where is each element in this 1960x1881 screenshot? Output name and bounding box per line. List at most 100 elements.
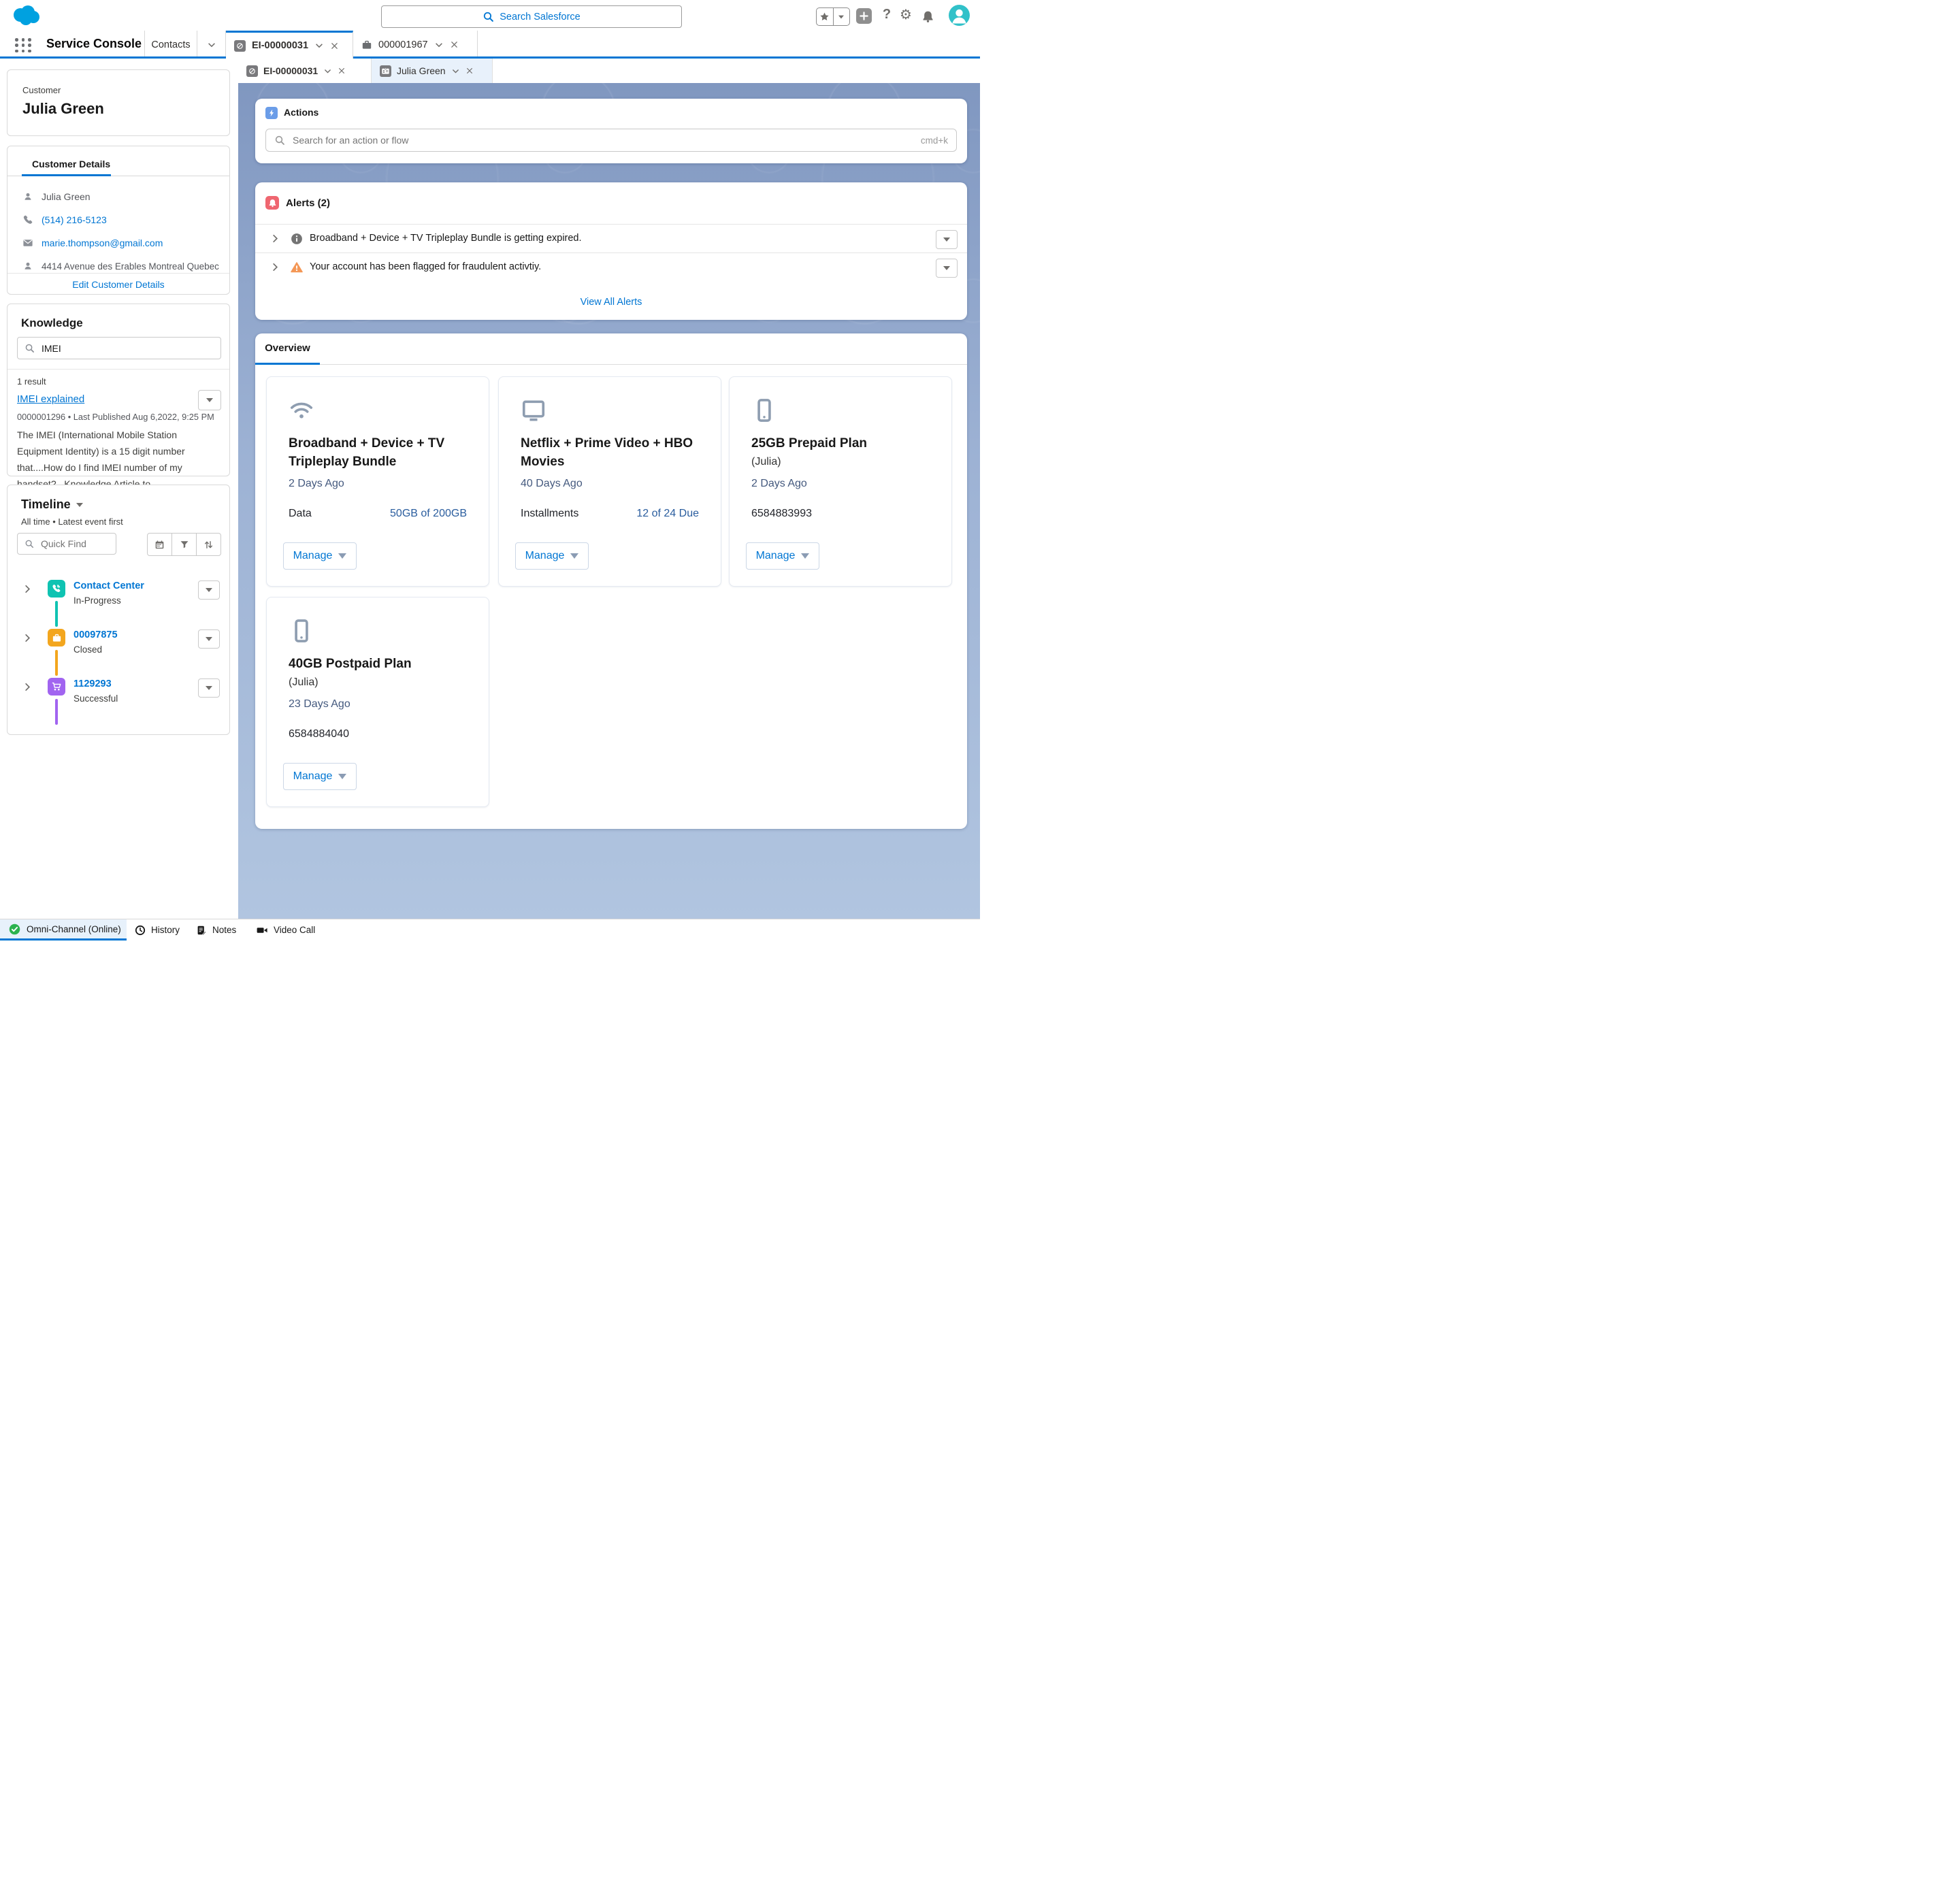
app-launcher-waffle-icon[interactable] bbox=[15, 38, 33, 53]
article-actions-dropdown[interactable] bbox=[198, 390, 221, 410]
timeline-item-dropdown[interactable] bbox=[198, 678, 220, 698]
nav-tab-record[interactable]: 000001967 bbox=[353, 31, 478, 59]
lightning-icon bbox=[265, 107, 278, 119]
chevron-down-icon bbox=[570, 553, 578, 559]
omni-channel-button[interactable]: Omni-Channel (Online) bbox=[0, 919, 127, 940]
article-link[interactable]: IMEI explained bbox=[17, 393, 84, 405]
notifications-bell-button[interactable] bbox=[920, 9, 935, 24]
customer-name: Julia Green bbox=[22, 100, 104, 118]
chevron-down-icon bbox=[206, 398, 213, 402]
asset-stat-row: Data 50GB of 200GB bbox=[289, 508, 467, 520]
expand-chevron-icon[interactable] bbox=[22, 633, 33, 643]
divider bbox=[7, 369, 229, 370]
chevron-down-icon[interactable] bbox=[323, 67, 332, 76]
chevron-down-icon[interactable] bbox=[434, 40, 444, 50]
customer-details-card: Customer Details Julia Green (514) 216-5… bbox=[7, 146, 230, 295]
quick-find-search[interactable] bbox=[17, 533, 116, 555]
alert-dropdown[interactable] bbox=[936, 230, 958, 249]
chevron-down-icon[interactable] bbox=[451, 67, 460, 76]
nav-tab-contacts[interactable]: Contacts bbox=[144, 31, 197, 59]
timeline-connector bbox=[55, 650, 58, 676]
manage-button[interactable]: Manage bbox=[515, 542, 589, 570]
setup-gear-button[interactable]: ⚙ bbox=[898, 7, 913, 22]
chevron-down-icon bbox=[338, 553, 346, 559]
expand-chevron-icon[interactable] bbox=[270, 262, 280, 272]
timeline-item-dropdown[interactable] bbox=[198, 580, 220, 600]
manage-button[interactable]: Manage bbox=[746, 542, 819, 570]
divider bbox=[255, 364, 967, 365]
actions-title: Actions bbox=[284, 107, 318, 118]
nav-tab-contacts-dropdown[interactable] bbox=[197, 31, 226, 59]
notes-button[interactable]: Notes bbox=[196, 919, 236, 940]
close-icon[interactable] bbox=[450, 40, 459, 49]
favorites-dropdown-button[interactable] bbox=[833, 8, 850, 25]
view-all-alerts-link[interactable]: View All Alerts bbox=[255, 297, 967, 308]
info-icon bbox=[291, 233, 303, 245]
close-icon[interactable] bbox=[330, 42, 339, 50]
chevron-down-icon[interactable] bbox=[314, 41, 324, 50]
favorites-star-button[interactable] bbox=[817, 8, 833, 25]
expand-chevron-icon[interactable] bbox=[22, 584, 33, 594]
chevron-down-icon bbox=[801, 553, 809, 559]
action-search-input[interactable] bbox=[291, 134, 915, 146]
subtab-row: EI-00000031 Julia Green bbox=[238, 59, 980, 83]
monitor-icon bbox=[521, 397, 546, 423]
user-avatar[interactable] bbox=[949, 5, 970, 26]
service-console-app: Search Salesforce ? ⚙ bbox=[0, 0, 980, 940]
chevron-down-icon bbox=[838, 15, 844, 18]
search-icon bbox=[483, 11, 494, 22]
video-call-button[interactable]: Video Call bbox=[256, 919, 315, 940]
knowledge-search[interactable] bbox=[17, 337, 221, 359]
subtab-contact[interactable]: Julia Green bbox=[372, 59, 493, 83]
sort-button[interactable] bbox=[196, 534, 220, 555]
timeline-card: Timeline All time • Latest event first bbox=[7, 485, 230, 735]
expand-chevron-icon[interactable] bbox=[270, 233, 280, 244]
chevron-down-icon bbox=[76, 503, 83, 507]
asset-stat-row: Installments 12 of 24 Due bbox=[521, 508, 699, 520]
help-button[interactable]: ? bbox=[879, 7, 894, 22]
incoming-call-icon bbox=[48, 580, 65, 598]
calendar-icon bbox=[154, 540, 165, 550]
asset-card-broadband: Broadband + Device + TV Tripleplay Bundl… bbox=[266, 376, 489, 587]
quick-find-input[interactable] bbox=[39, 538, 109, 550]
close-icon[interactable] bbox=[466, 67, 474, 75]
manage-button[interactable]: Manage bbox=[283, 763, 357, 790]
nav-tab-case[interactable]: EI-00000031 bbox=[226, 31, 353, 59]
alert-dropdown[interactable] bbox=[936, 259, 958, 278]
edit-customer-details-link[interactable]: Edit Customer Details bbox=[7, 279, 229, 290]
quick-create-button[interactable] bbox=[856, 8, 872, 24]
note-icon bbox=[196, 925, 207, 936]
close-icon[interactable] bbox=[338, 67, 346, 75]
plus-icon bbox=[860, 12, 868, 20]
salesforce-logo-icon bbox=[11, 3, 42, 28]
tab-overview[interactable]: Overview bbox=[255, 333, 320, 365]
expand-chevron-icon[interactable] bbox=[22, 682, 33, 692]
filter-button[interactable] bbox=[172, 534, 196, 555]
timeline-item-dropdown[interactable] bbox=[198, 629, 220, 649]
asset-title: Netflix + Prime Video + HBO Movies bbox=[521, 434, 700, 471]
knowledge-search-input[interactable] bbox=[40, 342, 214, 355]
search-icon bbox=[24, 343, 35, 353]
warning-icon bbox=[291, 261, 303, 274]
mobile-icon bbox=[751, 397, 777, 423]
funnel-icon bbox=[180, 540, 189, 549]
overview-panel: Overview Broadband + Device + TV Triplep… bbox=[255, 333, 967, 829]
action-search[interactable]: cmd+k bbox=[265, 129, 957, 152]
app-name: Service Console bbox=[46, 37, 142, 51]
subtab-case[interactable]: EI-00000031 bbox=[238, 59, 372, 83]
asset-date: 2 Days Ago bbox=[751, 478, 807, 490]
detail-row-email: marie.thompson@gmail.com bbox=[22, 238, 163, 248]
star-icon bbox=[819, 12, 830, 22]
left-sidebar: Customer Julia Green Customer Details Ju… bbox=[0, 59, 238, 919]
envelope-icon bbox=[22, 238, 33, 248]
tab-customer-details[interactable]: Customer Details bbox=[32, 159, 110, 169]
email-link[interactable]: marie.thompson@gmail.com bbox=[42, 238, 163, 248]
global-search-input[interactable]: Search Salesforce bbox=[381, 5, 682, 28]
date-filter-button[interactable] bbox=[148, 534, 172, 555]
manage-button[interactable]: Manage bbox=[283, 542, 357, 570]
alerts-title: Alerts (2) bbox=[286, 197, 330, 209]
phone-link[interactable]: (514) 216-5123 bbox=[42, 214, 107, 225]
history-button[interactable]: History bbox=[135, 919, 180, 940]
cart-icon bbox=[48, 678, 65, 696]
timeline-header[interactable]: Timeline bbox=[21, 497, 83, 512]
